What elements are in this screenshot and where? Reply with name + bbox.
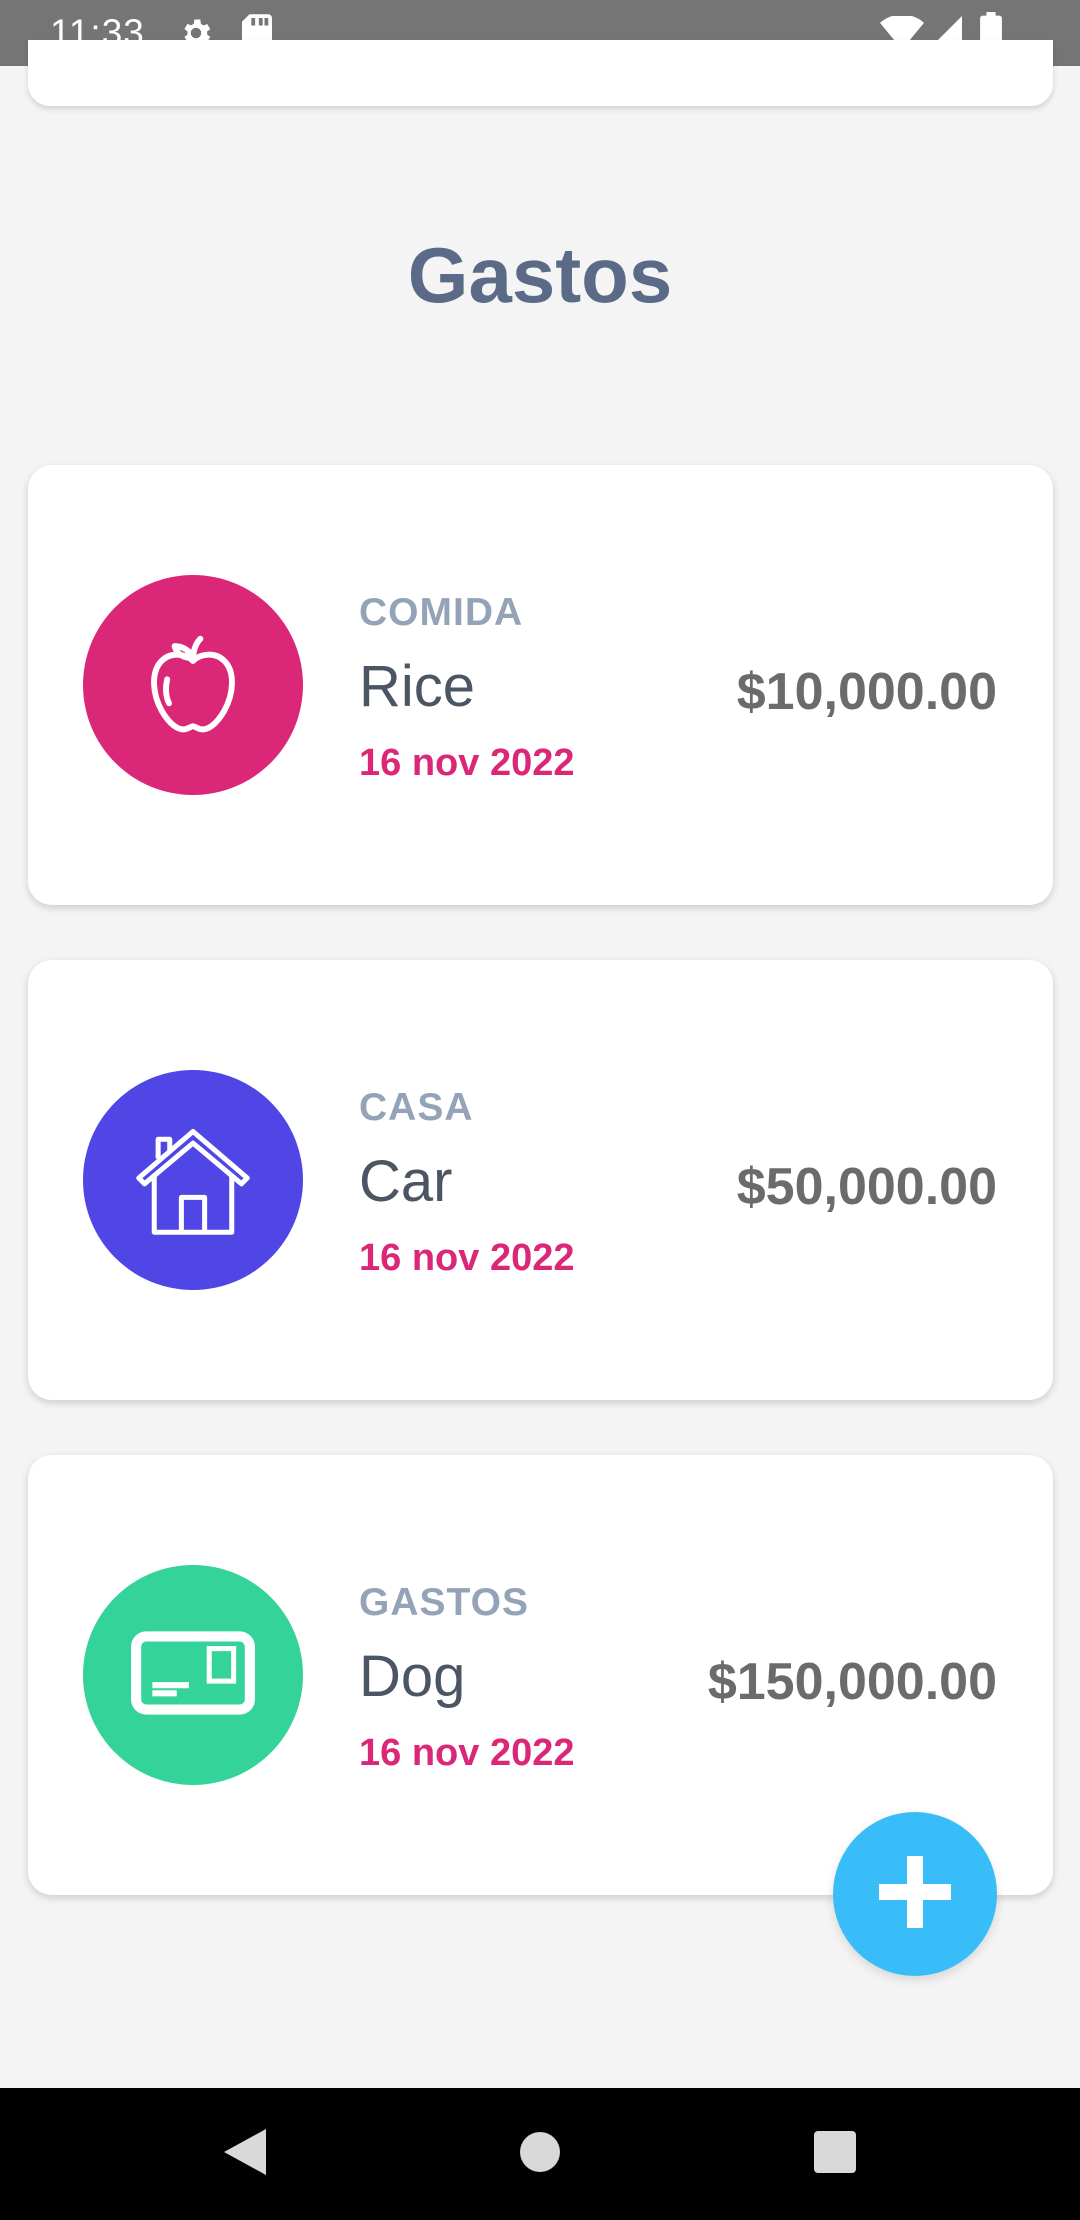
expense-date: 16 nov 2022 — [359, 1237, 575, 1279]
expense-name: Rice — [359, 654, 476, 719]
category-avatar — [83, 575, 303, 795]
home-icon — [519, 2131, 561, 2178]
previous-card — [28, 40, 1053, 106]
navigation-bar — [0, 2088, 1080, 2220]
back-button[interactable] — [175, 2088, 315, 2220]
expense-card[interactable]: CASA Car 16 nov 2022 $50,000.00 — [28, 960, 1053, 1400]
home-button[interactable] — [470, 2088, 610, 2220]
expense-date: 16 nov 2022 — [359, 742, 575, 784]
category-label: COMIDA — [359, 591, 524, 634]
expense-amount: $150,000.00 — [707, 1653, 997, 1711]
category-avatar — [83, 1070, 303, 1290]
recents-icon — [814, 2130, 856, 2178]
expense-amount: $50,000.00 — [736, 1158, 997, 1216]
apple-icon — [134, 624, 252, 747]
expense-amount: $10,000.00 — [736, 663, 997, 721]
house-icon — [131, 1116, 255, 1245]
expense-name: Car — [359, 1149, 453, 1214]
page-title: Gastos — [407, 231, 673, 319]
expense-card[interactable]: COMIDA Rice 16 nov 2022 $10,000.00 — [28, 465, 1053, 905]
recents-button[interactable] — [765, 2088, 905, 2220]
back-icon — [222, 2127, 268, 2182]
expense-name: Dog — [359, 1644, 466, 1709]
expense-date: 16 nov 2022 — [359, 1732, 575, 1774]
category-label: CASA — [359, 1086, 474, 1129]
category-label: GASTOS — [359, 1581, 529, 1624]
add-expense-button[interactable] — [833, 1812, 997, 1976]
card-icon — [128, 1608, 258, 1743]
plus-icon — [875, 1852, 955, 1937]
category-avatar — [83, 1565, 303, 1785]
